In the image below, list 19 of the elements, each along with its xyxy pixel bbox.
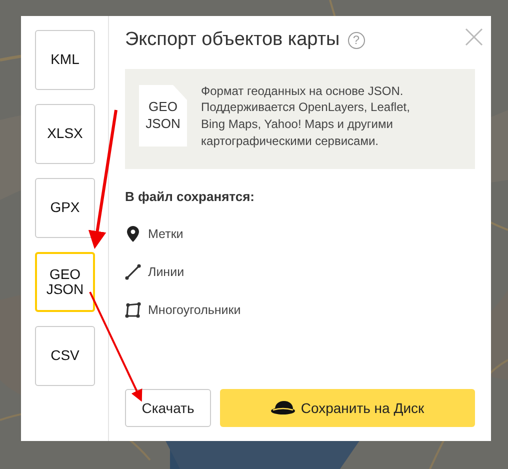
format-description: Формат геоданных на основе JSON. Поддерживается OpenLayers, Leaflet, Bing Maps, Yahoo! Maps и другими картографическими сервисами. xyxy=(201,82,411,150)
save-to-disk-button[interactable]: Сохранить на Диск xyxy=(220,389,475,427)
dialog-title: Экспорт объектов карты xyxy=(125,28,340,52)
placemark-icon xyxy=(125,226,141,242)
format-button[interactable]: CSV xyxy=(35,326,95,386)
section-heading: В файл сохранятся: xyxy=(125,188,256,206)
object-type-label: Метки xyxy=(148,226,184,243)
line-icon xyxy=(125,264,141,280)
download-button[interactable]: Скачать xyxy=(125,389,211,427)
disk-icon xyxy=(270,401,295,415)
format-button[interactable]: GEO JSON xyxy=(35,252,95,312)
object-type-label: Многоугольники xyxy=(148,302,241,319)
close-icon[interactable] xyxy=(465,28,483,46)
polygon-icon xyxy=(125,302,141,318)
file-label: GEO JSON xyxy=(146,99,180,132)
format-button[interactable]: XLSX xyxy=(35,104,95,164)
object-type-label: Линии xyxy=(148,264,184,281)
format-button[interactable]: GPX xyxy=(35,178,95,238)
format-button[interactable]: KML xyxy=(35,30,95,90)
